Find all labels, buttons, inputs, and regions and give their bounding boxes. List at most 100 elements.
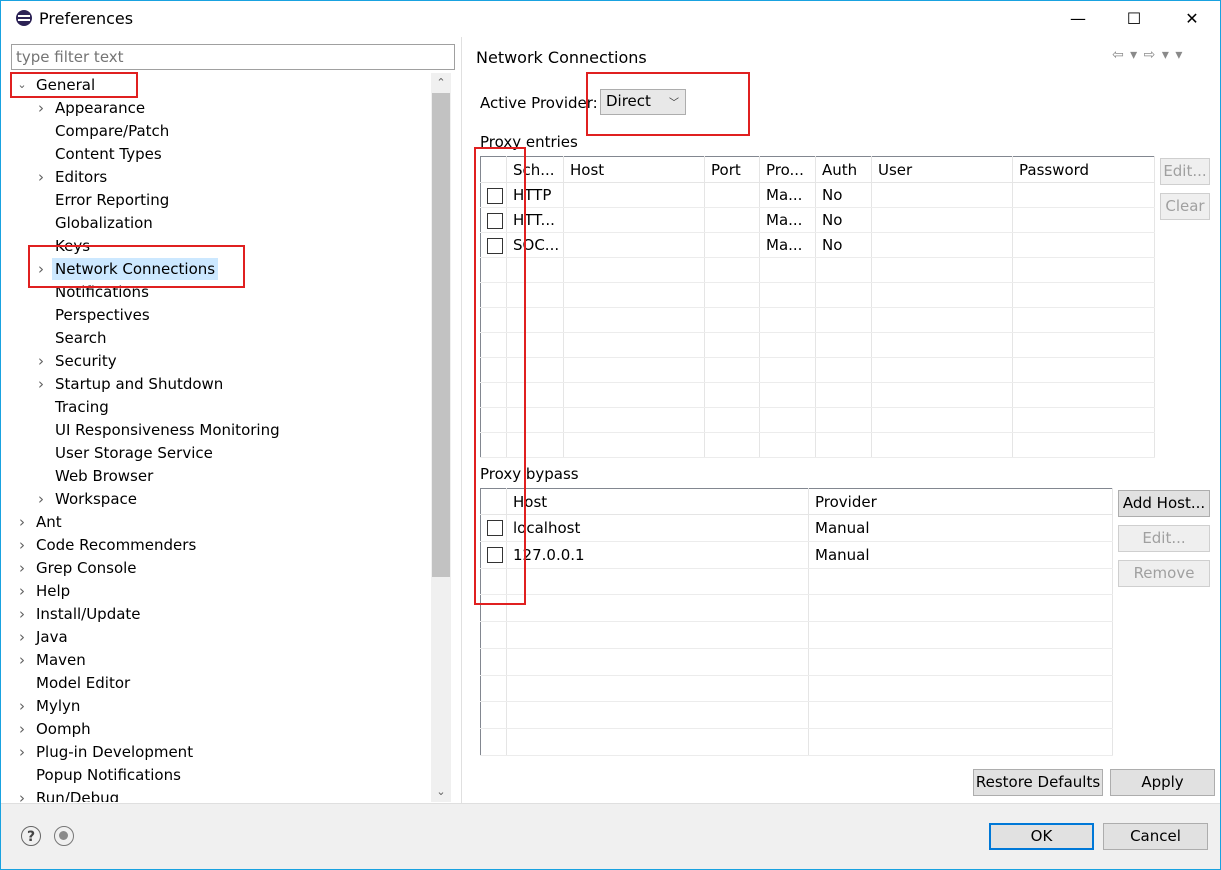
restore-defaults-button[interactable]: Restore Defaults — [973, 769, 1103, 796]
tree-item[interactable]: Ant — [36, 511, 62, 533]
chevron-right-icon[interactable]: › — [16, 649, 28, 671]
chevron-right-icon[interactable]: › — [16, 695, 28, 717]
ok-button[interactable]: OK — [989, 823, 1094, 850]
chevron-right-icon[interactable]: › — [16, 511, 28, 533]
tree-scrollbar[interactable]: ⌃ ⌄ — [431, 73, 451, 802]
tree-item[interactable]: Content Types — [55, 143, 162, 165]
row-checkbox[interactable] — [487, 212, 503, 229]
chevron-right-icon[interactable]: › — [16, 557, 28, 579]
bypass-remove-button[interactable]: Remove — [1118, 560, 1210, 587]
tree-item[interactable]: Network Connections — [52, 258, 219, 280]
tree-item[interactable]: Notifications — [55, 281, 149, 303]
column-header[interactable]: Provider — [808, 488, 1113, 515]
tree-item[interactable]: Workspace — [55, 488, 137, 510]
tree-item[interactable]: UI Responsiveness Monitoring — [55, 419, 280, 441]
proxy-clear-button[interactable]: Clear — [1160, 193, 1210, 220]
table-cell — [1012, 357, 1155, 383]
column-header[interactable]: User — [871, 156, 1013, 183]
minimize-button[interactable]: — — [1065, 7, 1091, 31]
apply-button[interactable]: Apply — [1110, 769, 1215, 796]
tree-item[interactable]: Compare/Patch — [55, 120, 169, 142]
tree-item[interactable]: Startup and Shutdown — [55, 373, 223, 395]
tree-item[interactable]: Security — [55, 350, 117, 372]
tree-item[interactable]: Web Browser — [55, 465, 153, 487]
page-navigation-arrows-icon[interactable]: ⇦ ▾ ⇨ ▾ ▾ — [1112, 47, 1183, 63]
bypass-edit-button[interactable]: Edit... — [1118, 525, 1210, 552]
eclipse-logo-icon — [16, 10, 32, 26]
row-checkbox[interactable] — [487, 187, 503, 204]
tree-item[interactable]: Code Recommenders — [36, 534, 196, 556]
table-cell — [506, 648, 809, 676]
tree-item[interactable]: Maven — [36, 649, 86, 671]
table-row — [480, 432, 1155, 458]
column-header[interactable]: Sch... — [506, 156, 564, 183]
tree-item[interactable]: Perspectives — [55, 304, 150, 326]
column-header[interactable]: Auth — [815, 156, 872, 183]
tree-item[interactable]: Globalization — [55, 212, 153, 234]
column-header[interactable]: Password — [1012, 156, 1155, 183]
scroll-down-icon[interactable]: ⌄ — [431, 782, 451, 802]
record-icon[interactable] — [54, 826, 74, 846]
scrollbar-thumb[interactable] — [432, 93, 450, 577]
add-host-button[interactable]: Add Host... — [1118, 490, 1210, 517]
maximize-button[interactable]: ☐ — [1121, 7, 1147, 31]
close-button[interactable]: ✕ — [1179, 7, 1205, 31]
table-row[interactable]: SOC... Ma... No — [480, 232, 1155, 258]
tree-item[interactable]: Popup Notifications — [36, 764, 181, 786]
chevron-right-icon[interactable]: › — [35, 166, 47, 188]
tree-item[interactable]: Grep Console — [36, 557, 137, 579]
chevron-right-icon[interactable]: › — [35, 488, 47, 510]
table-row[interactable]: localhost Manual — [480, 514, 1113, 542]
tree-item[interactable]: Appearance — [55, 97, 145, 119]
chevron-right-icon[interactable]: › — [16, 741, 28, 763]
tree-item[interactable]: Run/Debug — [36, 787, 119, 802]
preference-navigation-panel: ⌄General›AppearanceCompare/PatchContent … — [1, 37, 462, 803]
tree-item[interactable]: Install/Update — [36, 603, 141, 625]
filter-input[interactable] — [11, 44, 455, 70]
table-row[interactable]: HTT... Ma... No — [480, 207, 1155, 233]
active-provider-select[interactable]: Direct ﹀ — [600, 89, 686, 115]
tree-item[interactable]: Mylyn — [36, 695, 80, 717]
chevron-right-icon[interactable]: › — [16, 626, 28, 648]
tree-item[interactable]: Help — [36, 580, 70, 602]
chevron-down-icon: ﹀ — [669, 98, 679, 109]
row-checkbox[interactable] — [487, 237, 503, 254]
table-row[interactable]: HTTP Ma... No — [480, 182, 1155, 208]
scroll-up-icon[interactable]: ⌃ — [431, 73, 451, 93]
row-checkbox[interactable] — [487, 520, 503, 537]
column-header[interactable]: Host — [506, 488, 809, 515]
chevron-right-icon[interactable]: › — [35, 97, 47, 119]
column-header[interactable]: Host — [563, 156, 705, 183]
chevron-right-icon[interactable]: › — [16, 787, 28, 802]
tree-item[interactable]: Java — [36, 626, 68, 648]
chevron-right-icon[interactable]: › — [35, 373, 47, 395]
tree-item[interactable]: Plug-in Development — [36, 741, 193, 763]
column-header[interactable]: Pro... — [759, 156, 816, 183]
proxy-edit-button[interactable]: Edit... — [1160, 158, 1210, 185]
table-cell: Ma... — [759, 182, 816, 208]
tree-item[interactable]: General — [36, 74, 95, 96]
tree-item[interactable]: User Storage Service — [55, 442, 213, 464]
tree-item[interactable]: Keys — [55, 235, 90, 257]
tree-item[interactable]: Tracing — [55, 396, 109, 418]
chevron-right-icon[interactable]: › — [35, 258, 47, 280]
proxy-bypass-table[interactable]: Host Provider localhost Manual 127.0.0.1 Man… — [480, 488, 1113, 756]
table-cell — [704, 307, 760, 333]
column-header[interactable]: Port — [704, 156, 760, 183]
chevron-right-icon[interactable]: › — [16, 580, 28, 602]
chevron-right-icon[interactable]: › — [16, 603, 28, 625]
cancel-button[interactable]: Cancel — [1103, 823, 1208, 850]
tree-item[interactable]: Error Reporting — [55, 189, 169, 211]
tree-item[interactable]: Editors — [55, 166, 107, 188]
row-checkbox[interactable] — [487, 547, 503, 564]
chevron-right-icon[interactable]: › — [16, 534, 28, 556]
help-icon[interactable]: ? — [21, 826, 41, 846]
proxy-entries-table[interactable]: Sch... Host Port Pro... Auth User Password HTT… — [480, 156, 1155, 458]
chevron-right-icon[interactable]: › — [16, 718, 28, 740]
tree-item[interactable]: Model Editor — [36, 672, 130, 694]
chevron-right-icon[interactable]: › — [35, 350, 47, 372]
chevron-down-icon[interactable]: ⌄ — [16, 74, 28, 96]
tree-item[interactable]: Oomph — [36, 718, 91, 740]
tree-item[interactable]: Search — [55, 327, 107, 349]
table-row[interactable]: 127.0.0.1 Manual — [480, 541, 1113, 569]
